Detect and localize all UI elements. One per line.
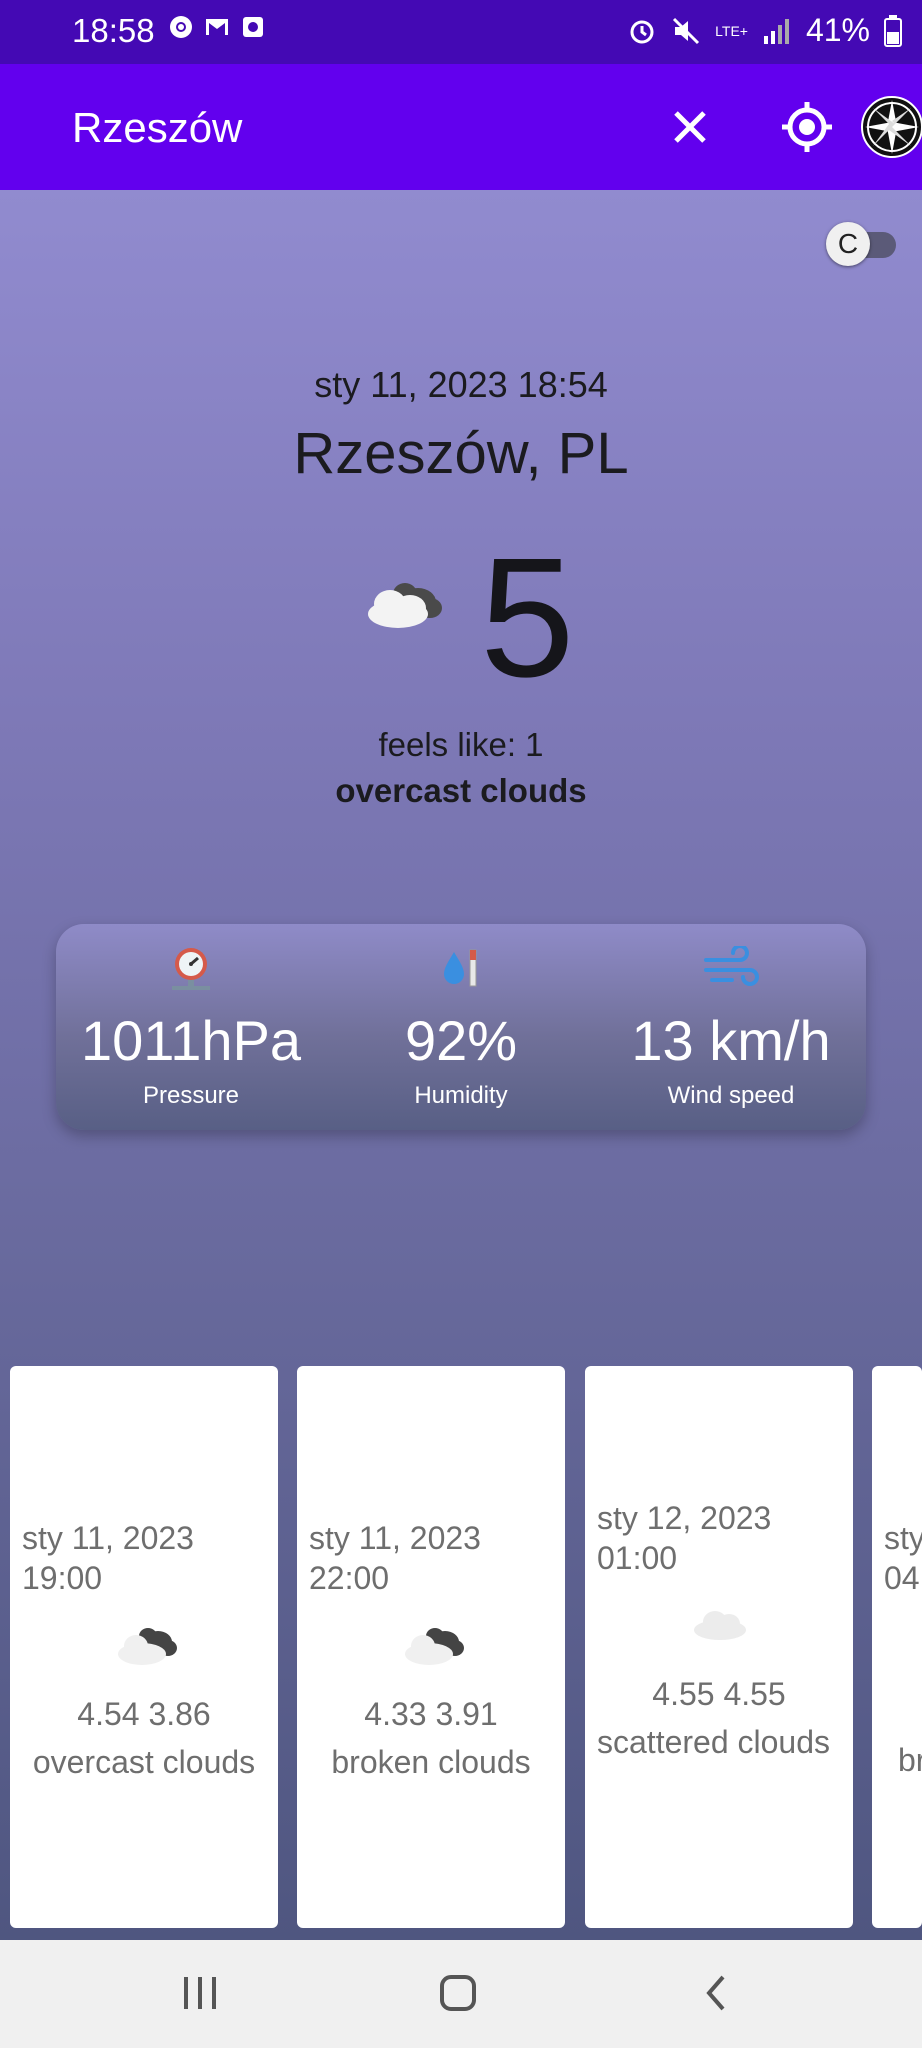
search-field[interactable]: Rzeszów <box>72 104 242 152</box>
forecast-card[interactable]: sty 12, 2023 01:00 4.55 4.55 scattered c… <box>585 1366 853 1928</box>
weather-description: overcast clouds <box>335 772 587 809</box>
compass-icon <box>861 96 922 158</box>
pressure-stat: 1011hPa Pressure <box>56 924 326 1130</box>
my-location-icon <box>782 102 832 152</box>
forecast-card[interactable]: sty 11, 2023 22:00 4.33 3.91 broken clou… <box>297 1366 565 1928</box>
forecast-date: sty <box>884 1520 922 1556</box>
forecast-description: overcast clouds <box>32 1744 256 1780</box>
forecast-description: br <box>898 1742 922 1778</box>
broken-clouds-icon <box>405 1628 464 1665</box>
network-type: LTE+ <box>715 22 748 39</box>
unit-switch-thumb: C <box>826 222 870 266</box>
current-datetime: sty 11, 2023 18:54 <box>314 364 608 405</box>
scattered-clouds-icon <box>694 1611 746 1640</box>
wind-stat: 13 km/h Wind speed <box>596 924 866 1130</box>
gmail-icon <box>206 19 228 35</box>
pressure-value: 1011hPa <box>80 1009 302 1072</box>
home-button[interactable] <box>428 1968 488 2018</box>
forecast-time: 01:00 <box>597 1540 678 1576</box>
forecast-temps: 4.33 3.91 <box>364 1696 498 1732</box>
signal-icon <box>763 18 789 44</box>
wind-value: 13 km/h <box>631 1009 831 1072</box>
back-button[interactable] <box>686 1968 746 2018</box>
home-icon <box>440 1975 476 2011</box>
pressure-label: Pressure <box>142 1082 240 1109</box>
forecast-description: broken clouds <box>331 1744 531 1780</box>
overcast-clouds-icon <box>368 583 442 628</box>
calendar-icon <box>243 17 263 37</box>
compass-button[interactable] <box>857 92 922 162</box>
battery-percent: 41% <box>805 12 870 48</box>
forecast-temps: 4.55 4.55 <box>652 1676 786 1712</box>
forecast-description: scattered clouds <box>597 1724 831 1760</box>
unit-switch[interactable]: C <box>826 222 898 266</box>
close-icon <box>674 111 706 143</box>
humidity-label: Humidity <box>414 1082 508 1109</box>
recent-apps-icon <box>184 1977 216 2009</box>
wind-label: Wind speed <box>667 1082 795 1109</box>
alarm-icon <box>630 20 654 43</box>
chrome-icon <box>170 16 192 38</box>
humidity-icon <box>444 949 477 987</box>
forecast-time: 19:00 <box>22 1560 103 1596</box>
back-icon <box>706 1975 725 2011</box>
feels-like: feels like: 1 <box>378 726 544 763</box>
current-temperature: 5 <box>480 523 575 713</box>
forecast-time: 04 <box>884 1560 920 1596</box>
humidity-stat: 92% Humidity <box>326 924 596 1130</box>
battery-icon <box>884 14 902 47</box>
mute-icon <box>673 17 700 44</box>
wind-icon <box>704 946 759 986</box>
weather-stats-card: 1011hPa Pressure 92% Humidity 13 km/h Wi… <box>56 924 866 1130</box>
app-toolbar: Rzeszów <box>0 64 922 190</box>
close-button[interactable] <box>655 92 725 162</box>
overcast-clouds-icon <box>118 1628 177 1665</box>
my-location-button[interactable] <box>772 92 842 162</box>
forecast-date: sty 11, 2023 <box>22 1520 194 1556</box>
system-nav-bar <box>0 1940 922 2048</box>
forecast-card[interactable]: sty 04 br <box>872 1366 922 1928</box>
forecast-card[interactable]: sty 11, 2023 19:00 4.54 3.86 overcast cl… <box>10 1366 278 1928</box>
city-name: Rzeszów, PL <box>293 421 629 486</box>
recent-apps-button[interactable] <box>170 1968 230 2018</box>
status-time: 18:58 <box>72 12 155 49</box>
forecast-date: sty 12, 2023 <box>597 1500 772 1536</box>
humidity-value: 92% <box>404 1009 518 1072</box>
status-bar: 18:58 LTE+ 41% <box>0 0 922 64</box>
barometer-icon <box>172 948 210 990</box>
forecast-time: 22:00 <box>309 1560 390 1596</box>
forecast-date: sty 11, 2023 <box>309 1520 481 1556</box>
forecast-temps: 4.54 3.86 <box>77 1696 211 1732</box>
